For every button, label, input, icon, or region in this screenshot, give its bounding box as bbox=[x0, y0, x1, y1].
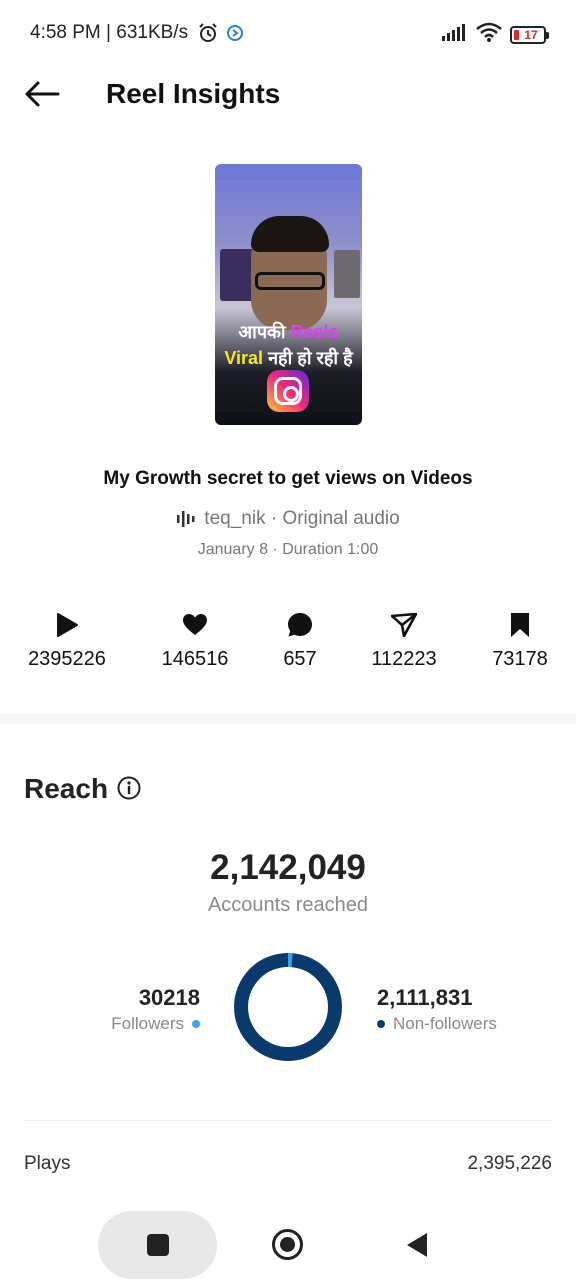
non-followers-value: 2,111,831 bbox=[377, 985, 473, 1010]
stat-comments: 657 bbox=[245, 610, 355, 671]
engagement-stats: 2395226 146516 657 112223 73178 bbox=[0, 610, 576, 680]
reel-title: My Growth secret to get views on Videos bbox=[103, 468, 473, 489]
plays-label: Plays bbox=[24, 1153, 71, 1174]
followers-legend: Followers bbox=[111, 1014, 200, 1034]
heart-icon bbox=[183, 614, 207, 635]
back-button[interactable] bbox=[20, 72, 64, 116]
home-button[interactable] bbox=[272, 1229, 303, 1260]
alarm-icon bbox=[197, 22, 219, 49]
thumbnail-background-screen-2 bbox=[334, 250, 360, 298]
share-icon bbox=[391, 613, 417, 637]
stat-saves: 73178 bbox=[465, 610, 575, 671]
back-nav-button[interactable] bbox=[407, 1233, 427, 1257]
status-right-icons: 17 bbox=[442, 22, 549, 47]
audio-row[interactable]: teq_nik · Original audio bbox=[0, 508, 576, 530]
comment-icon bbox=[288, 613, 312, 637]
app-notification-icon bbox=[226, 24, 244, 47]
audio-waveform-icon bbox=[177, 511, 195, 527]
home-icon bbox=[280, 1237, 295, 1252]
followers-value: 30218 bbox=[138, 985, 200, 1010]
reel-meta: January 8 · Duration 1:00 bbox=[197, 541, 379, 558]
arrow-left-icon bbox=[25, 81, 60, 107]
signal-icon bbox=[442, 23, 468, 46]
non-followers-dot bbox=[377, 1020, 385, 1028]
instagram-logo-icon bbox=[267, 370, 309, 412]
non-followers-legend: Non-followers bbox=[377, 1014, 497, 1034]
play-icon bbox=[57, 613, 78, 637]
wifi-icon bbox=[476, 22, 502, 47]
reel-thumbnail[interactable]: आपकी Reels Viral नही हो रही है bbox=[215, 164, 362, 425]
app-bar: Reel Insights bbox=[0, 66, 576, 122]
donut-segment-non-followers bbox=[234, 953, 342, 1061]
stat-shares: 112223 bbox=[349, 610, 459, 671]
battery-icon: 17 bbox=[510, 25, 549, 44]
divider bbox=[24, 1120, 552, 1121]
status-time: 4:58 PM | 631KB/s bbox=[30, 22, 189, 43]
system-nav-bar bbox=[0, 1206, 576, 1280]
battery-level: 17 bbox=[524, 27, 538, 42]
accounts-reached-value: 2,142,049 bbox=[210, 848, 366, 887]
thumbnail-caption-line-1: आपकी Reels bbox=[238, 322, 339, 342]
accounts-reached-label: Accounts reached bbox=[207, 894, 369, 916]
section-divider bbox=[0, 714, 576, 724]
recents-icon[interactable] bbox=[147, 1234, 169, 1256]
plays-value: 2,395,226 bbox=[467, 1153, 552, 1174]
thumbnail-caption-line-2: Viral नही हो रही है bbox=[224, 348, 353, 368]
stat-plays: 2395226 bbox=[12, 610, 122, 671]
stat-likes: 146516 bbox=[140, 610, 250, 671]
bookmark-icon bbox=[511, 613, 529, 637]
info-icon[interactable] bbox=[117, 776, 141, 805]
status-bar: 4:58 PM | 631KB/s 17 bbox=[0, 0, 576, 66]
reach-donut-chart bbox=[234, 953, 342, 1061]
page-title: Reel Insights bbox=[106, 78, 281, 109]
audio-label: teq_nik · Original audio bbox=[204, 508, 400, 529]
reach-heading: Reach bbox=[24, 773, 109, 804]
followers-dot bbox=[192, 1020, 200, 1028]
